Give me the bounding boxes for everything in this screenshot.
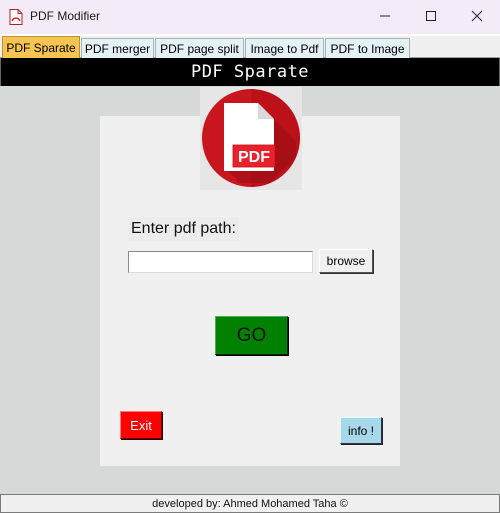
pdf-logo-label: PDF [238, 149, 270, 166]
tab-pdf-merger[interactable]: PDF merger [81, 38, 154, 58]
pdf-file-icon: PDF [202, 89, 300, 187]
go-button[interactable]: GO [215, 316, 288, 355]
minimize-icon [380, 15, 390, 17]
browse-button[interactable]: browse [319, 249, 373, 273]
developer-credit: developed by: Ahmed Mohamed Taha © [152, 497, 348, 510]
path-label: Enter pdf path: [128, 217, 239, 241]
title-bar: PDF Modifier [0, 0, 500, 34]
page-header: PDF Sparate [0, 58, 500, 86]
window-title: PDF Modifier [30, 9, 101, 23]
page-title: PDF Sparate [190, 62, 310, 82]
minimize-button[interactable] [362, 0, 408, 32]
tab-strip: PDF Sparate PDF merger PDF page split Im… [0, 36, 500, 58]
pdf-path-input[interactable] [128, 251, 313, 273]
tab-pdf-to-image[interactable]: PDF to Image [325, 38, 410, 58]
footer: developed by: Ahmed Mohamed Taha © [0, 494, 500, 513]
tab-pdf-page-split[interactable]: PDF page split [155, 38, 244, 58]
close-icon [471, 10, 483, 22]
pdf-logo: PDF [200, 87, 302, 190]
exit-button[interactable]: Exit [120, 411, 162, 439]
info-button[interactable]: info ! [340, 417, 382, 444]
maximize-button[interactable] [408, 0, 454, 32]
tab-image-to-pdf[interactable]: Image to Pdf [245, 38, 324, 58]
tab-pdf-sparate[interactable]: PDF Sparate [2, 36, 80, 58]
pdf-app-icon [9, 9, 23, 25]
close-button[interactable] [454, 0, 500, 32]
maximize-icon [426, 11, 436, 21]
